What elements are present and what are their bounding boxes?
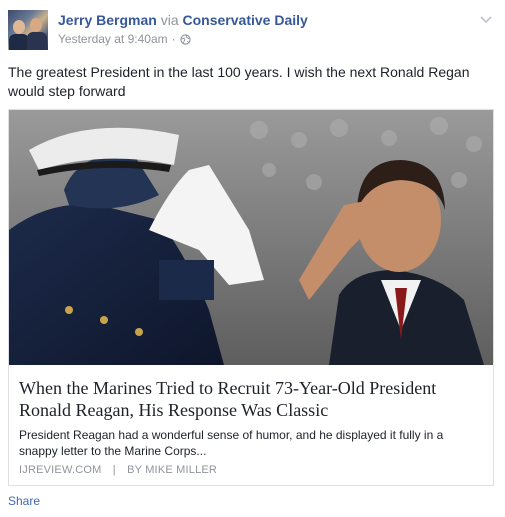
link-byline: BY MIKE MILLER <box>127 464 218 476</box>
avatar-figure <box>9 34 29 50</box>
avatar-face <box>13 20 25 34</box>
link-title[interactable]: When the Marines Tried to Recruit 73-Yea… <box>19 377 485 421</box>
post-header: Jerry Bergman via Conservative Daily Yes… <box>8 10 497 52</box>
link-source: IJREVIEW.COM | BY MIKE MILLER <box>19 464 217 476</box>
link-preview-card[interactable]: When the Marines Tried to Recruit 73-Yea… <box>8 109 494 486</box>
author-avatar[interactable] <box>8 10 48 50</box>
link-description: President Reagan had a wonderful sense o… <box>19 428 444 458</box>
post-timestamp[interactable]: Yesterday at 9:40am <box>58 32 168 46</box>
post-meta: Yesterday at 9:40am · <box>58 32 191 46</box>
link-preview-image[interactable] <box>9 110 493 365</box>
link-domain: IJREVIEW.COM <box>19 464 102 476</box>
author-name-link[interactable]: Jerry Bergman <box>58 12 157 28</box>
chevron-down-icon[interactable] <box>479 12 493 26</box>
share-link[interactable]: Share <box>8 494 40 508</box>
feed-post: Jerry Bergman via Conservative Daily Yes… <box>0 0 505 517</box>
avatar-face <box>30 18 42 32</box>
meta-separator: · <box>171 32 176 46</box>
source-separator: | <box>112 464 116 476</box>
via-text: via <box>160 12 179 28</box>
globe-icon[interactable] <box>180 33 191 45</box>
page-name-link[interactable]: Conservative Daily <box>183 12 308 28</box>
avatar-figure <box>27 32 47 50</box>
post-title-line: Jerry Bergman via Conservative Daily <box>58 12 308 28</box>
post-message: The greatest President in the last 100 y… <box>8 64 470 99</box>
